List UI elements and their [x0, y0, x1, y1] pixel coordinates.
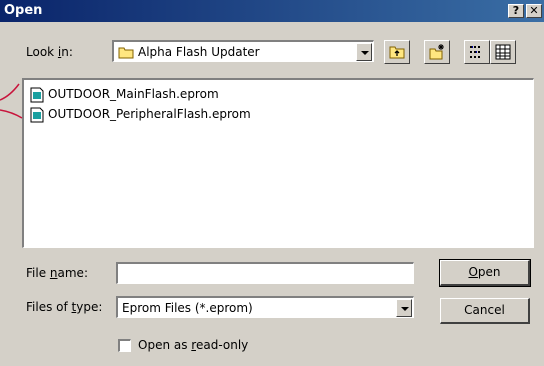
read-only-label: Open as read-only — [138, 338, 249, 352]
file-type-value: Eprom Files (*.eprom) — [122, 301, 253, 315]
title-bar[interactable]: Open ? ✕ — [0, 0, 544, 22]
up-one-level-icon — [389, 46, 405, 59]
up-one-level-button[interactable] — [384, 40, 410, 64]
file-name-input[interactable] — [116, 262, 414, 284]
file-type-label: Files of type: — [26, 300, 103, 314]
file-type-dropdown-button[interactable] — [396, 299, 412, 317]
open-button[interactable]: Open — [439, 259, 531, 287]
file-type-select[interactable]: Eprom Files (*.eprom) — [116, 296, 414, 318]
look-in-dropdown-button[interactable] — [356, 43, 372, 61]
close-button[interactable]: ✕ — [526, 4, 542, 18]
open-dialog: Open ? ✕ Look in: Alpha Flash Updater OU… — [0, 0, 544, 366]
file-name: OUTDOOR_PeripheralFlash.eprom — [48, 107, 251, 121]
cancel-button[interactable]: Cancel — [440, 298, 530, 324]
list-view-icon — [470, 46, 480, 58]
folder-icon — [118, 47, 134, 59]
read-only-checkbox[interactable] — [118, 339, 131, 352]
list-view-button[interactable] — [464, 40, 490, 64]
details-view-button[interactable] — [490, 40, 516, 64]
new-folder-icon — [429, 44, 444, 60]
file-name: OUTDOOR_MainFlash.eprom — [48, 87, 219, 101]
help-button[interactable]: ? — [508, 4, 524, 18]
look-in-combo[interactable]: Alpha Flash Updater — [112, 40, 374, 62]
details-view-icon — [495, 44, 511, 60]
eprom-file-icon — [30, 87, 44, 103]
annotation-pointer-lines — [0, 83, 23, 119]
eprom-file-icon — [30, 107, 44, 123]
look-in-label: Look in: — [26, 45, 73, 59]
file-list[interactable]: OUTDOOR_MainFlash.eprom OUTDOOR_Peripher… — [22, 78, 534, 248]
look-in-value: Alpha Flash Updater — [138, 45, 260, 59]
file-name-label: File name: — [26, 266, 88, 280]
new-folder-button[interactable] — [424, 40, 450, 64]
